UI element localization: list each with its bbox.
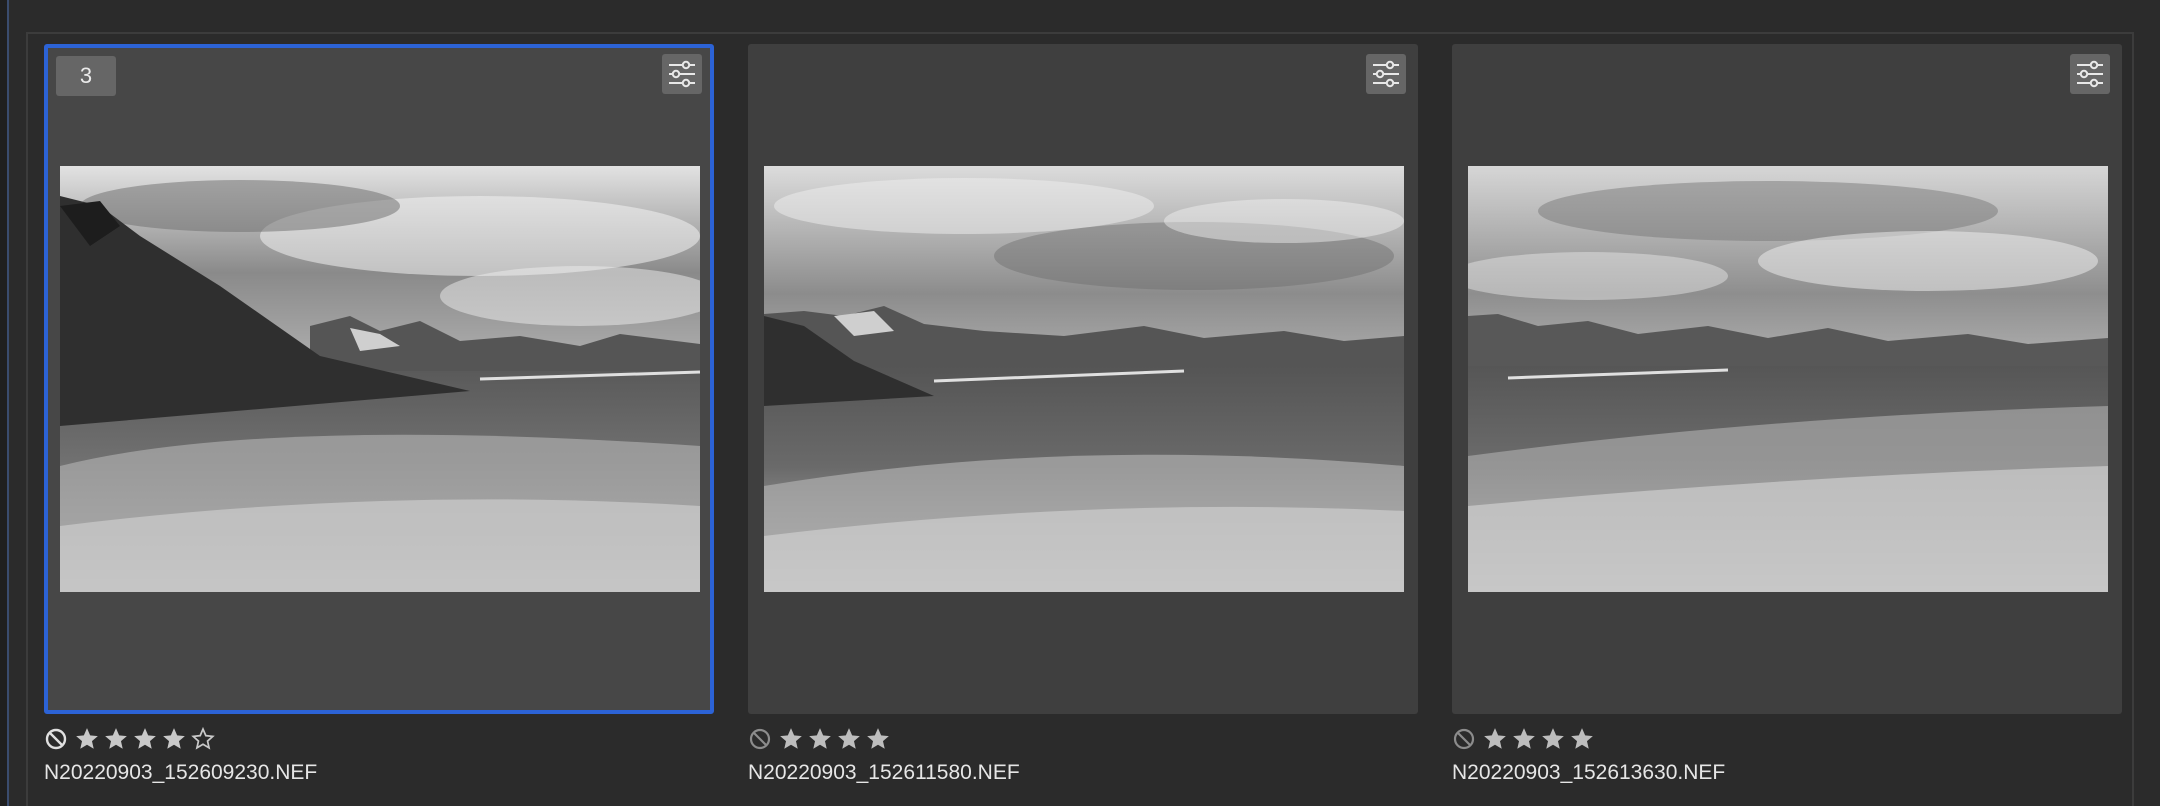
rating-row [748, 724, 1418, 754]
file-name: N20220903_152609230.NEF [44, 761, 318, 784]
reject-flag-icon[interactable] [1452, 727, 1476, 751]
star-icon[interactable] [1569, 726, 1595, 752]
star-icon[interactable] [807, 726, 833, 752]
photo-thumbnail[interactable] [1468, 166, 2108, 592]
thumbnail-cell-2: N20220903_152611580.NEF [748, 44, 1418, 786]
adjustments-button[interactable] [662, 54, 702, 94]
photo-thumbnail[interactable] [60, 166, 700, 592]
landscape-image [764, 166, 1404, 592]
thumbnail-tile[interactable] [1452, 44, 2122, 714]
thumbnail-tile[interactable]: 3 [44, 44, 714, 714]
file-name: N20220903_152611580.NEF [748, 761, 1020, 784]
adjustments-button[interactable] [1366, 54, 1406, 94]
reject-flag-icon[interactable] [748, 727, 772, 751]
sliders-icon [669, 60, 695, 88]
reject-flag-icon[interactable] [44, 727, 68, 751]
thumbnail-cell-3: N20220903_152613630.NEF [1452, 44, 2122, 786]
selection-count-badge: 3 [56, 56, 116, 96]
adjustments-button[interactable] [2070, 54, 2110, 94]
star-icon[interactable] [74, 726, 100, 752]
star-icon[interactable] [161, 726, 187, 752]
landscape-image [1468, 166, 2108, 592]
star-icon[interactable] [1511, 726, 1537, 752]
star-icon[interactable] [1482, 726, 1508, 752]
star-icon[interactable] [836, 726, 862, 752]
file-name: N20220903_152613630.NEF [1452, 761, 1726, 784]
thumbnail-tile[interactable] [748, 44, 1418, 714]
photo-thumbnail[interactable] [764, 166, 1404, 592]
star-outline-icon[interactable] [190, 726, 216, 752]
photo-browser: 3 N20220903_152609230.NEF N20220903_1526… [0, 0, 2160, 806]
star-icon[interactable] [865, 726, 891, 752]
landscape-image [60, 166, 700, 592]
star-icon[interactable] [778, 726, 804, 752]
sliders-icon [1373, 60, 1399, 88]
rating-row [44, 724, 714, 754]
left-panel-edge[interactable] [0, 0, 9, 806]
thumbnail-cell-1: 3 N20220903_152609230.NEF [44, 44, 714, 786]
rating-row [1452, 724, 2122, 754]
sliders-icon [2077, 60, 2103, 88]
star-icon[interactable] [132, 726, 158, 752]
star-icon[interactable] [103, 726, 129, 752]
star-icon[interactable] [1540, 726, 1566, 752]
